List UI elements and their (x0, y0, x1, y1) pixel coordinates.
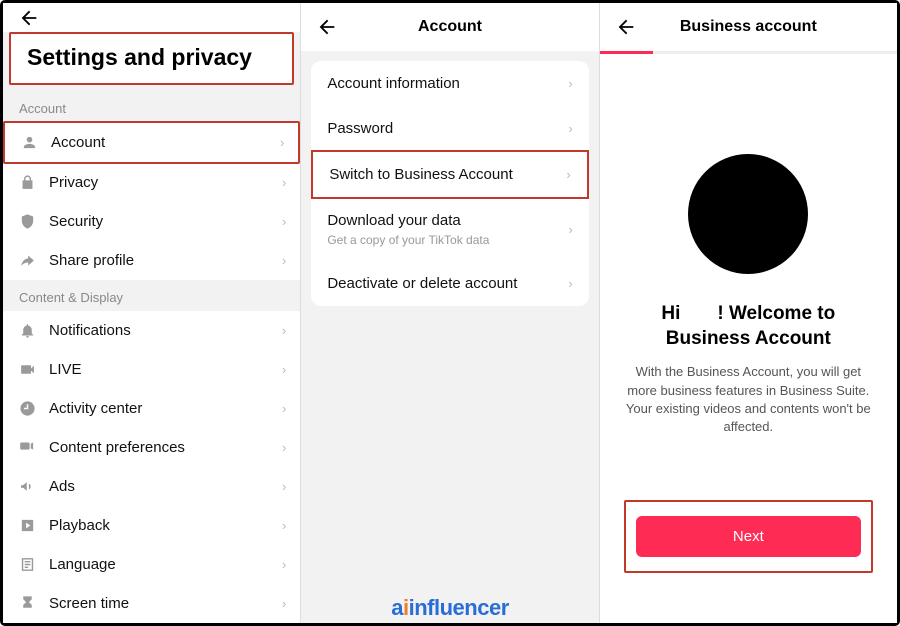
account-item-password[interactable]: Password› (311, 106, 588, 151)
video-icon (17, 439, 37, 456)
settings-item-notifications[interactable]: Notifications› (3, 311, 300, 350)
item-label: Switch to Business Account (329, 166, 566, 183)
item-label: Playback (49, 517, 282, 534)
chevron-right-icon: › (568, 76, 572, 91)
back-arrow-icon (615, 16, 637, 38)
chevron-right-icon: › (568, 222, 572, 237)
section-label: Account (3, 91, 300, 122)
hourglass-icon (17, 595, 37, 612)
item-label: Account information (327, 75, 568, 92)
chevron-right-icon: › (282, 557, 286, 572)
settings-item-share-profile[interactable]: Share profile› (3, 241, 300, 280)
item-label: LIVE (49, 361, 282, 378)
account-item-switch-to-business-account[interactable]: Switch to Business Account› (311, 150, 588, 199)
item-label: Security (49, 213, 282, 230)
lock-icon (17, 174, 37, 191)
clock-icon (17, 400, 37, 417)
wm-a: a (391, 595, 403, 620)
back-arrow-icon (316, 16, 338, 38)
avatar (688, 154, 808, 274)
settings-item-account[interactable]: Account› (3, 121, 300, 164)
account-item-account-information[interactable]: Account information› (311, 61, 588, 106)
bell-icon (17, 322, 37, 339)
welcome-prefix: Hi (661, 303, 680, 324)
chevron-right-icon: › (282, 479, 286, 494)
item-label: Download your data (327, 212, 568, 229)
panel-business: Business account Hi ! Welcome to Busines… (599, 3, 897, 623)
header-title: Account (301, 18, 598, 36)
back-button[interactable] (612, 13, 640, 41)
account-item-deactivate-or-delete-account[interactable]: Deactivate or delete account› (311, 261, 588, 306)
chevron-right-icon: › (282, 253, 286, 268)
chevron-right-icon: › (566, 167, 570, 182)
chevron-right-icon: › (282, 362, 286, 377)
welcome-heading: Hi ! Welcome to Business Account (624, 302, 873, 351)
chevron-right-icon: › (280, 135, 284, 150)
business-body: Hi ! Welcome to Business Account With th… (600, 54, 897, 623)
megaphone-icon (17, 478, 37, 495)
header (3, 3, 300, 32)
settings-item-ads[interactable]: Ads› (3, 467, 300, 506)
header-title: Business account (600, 18, 897, 36)
chevron-right-icon: › (282, 518, 286, 533)
page-title: Settings and privacy (11, 34, 292, 83)
welcome-description: With the Business Account, you will get … (624, 363, 873, 436)
chevron-right-icon: › (282, 596, 286, 611)
account-menu: Account information›Password›Switch to B… (311, 61, 588, 306)
item-label: Share profile (49, 252, 282, 269)
settings-item-activity-center[interactable]: Activity center› (3, 389, 300, 428)
shield-icon (17, 213, 37, 230)
share-icon (17, 252, 37, 269)
back-button[interactable] (15, 4, 43, 32)
section-label: Content & Display (3, 280, 300, 311)
item-label: Privacy (49, 174, 282, 191)
settings-item-playback[interactable]: Playback› (3, 506, 300, 545)
item-sublabel: Get a copy of your TikTok data (327, 233, 568, 247)
lang-icon (17, 556, 37, 573)
chevron-right-icon: › (282, 175, 286, 190)
panel-account: Account Account information›Password›Swi… (300, 3, 598, 623)
item-label: Ads (49, 478, 282, 495)
item-label: Screen time (49, 595, 282, 612)
item-label: Activity center (49, 400, 282, 417)
chevron-right-icon: › (282, 323, 286, 338)
item-label: Notifications (49, 322, 282, 339)
watermark: aiinfluencer (391, 595, 509, 621)
chevron-right-icon: › (282, 401, 286, 416)
next-button[interactable]: Next (636, 516, 861, 557)
settings-item-privacy[interactable]: Privacy› (3, 163, 300, 202)
header: Business account (600, 3, 897, 51)
page-title-highlight: Settings and privacy (9, 32, 294, 85)
settings-item-security[interactable]: Security› (3, 202, 300, 241)
settings-item-screen-time[interactable]: Screen time› (3, 584, 300, 623)
item-label: Language (49, 556, 282, 573)
chevron-right-icon: › (282, 440, 286, 455)
back-arrow-icon (18, 7, 40, 29)
settings-list: Notifications›LIVE›Activity center›Conte… (3, 311, 300, 623)
live-icon (17, 361, 37, 378)
settings-list: Account›Privacy›Security›Share profile› (3, 121, 300, 280)
item-label: Deactivate or delete account (327, 275, 568, 292)
account-item-download-your-data[interactable]: Download your data Get a copy of your Tik… (311, 198, 588, 261)
item-label: Content preferences (49, 439, 282, 456)
play-icon (17, 517, 37, 534)
person-icon (19, 134, 39, 151)
wm-rest: influencer (409, 595, 509, 620)
chevron-right-icon: › (568, 276, 572, 291)
panel-settings: Settings and privacy AccountAccount›Priv… (3, 3, 300, 623)
chevron-right-icon: › (568, 121, 572, 136)
item-label: Account (51, 134, 280, 151)
settings-item-language[interactable]: Language› (3, 545, 300, 584)
back-button[interactable] (313, 13, 341, 41)
item-label: Password (327, 120, 568, 137)
settings-item-live[interactable]: LIVE› (3, 350, 300, 389)
chevron-right-icon: › (282, 214, 286, 229)
settings-item-content-preferences[interactable]: Content preferences› (3, 428, 300, 467)
welcome-suffix: ! Welcome to Business Account (666, 303, 835, 349)
next-button-highlight: Next (624, 500, 873, 573)
header: Account (301, 3, 598, 51)
tutorial-frame: Settings and privacy AccountAccount›Priv… (0, 0, 900, 626)
